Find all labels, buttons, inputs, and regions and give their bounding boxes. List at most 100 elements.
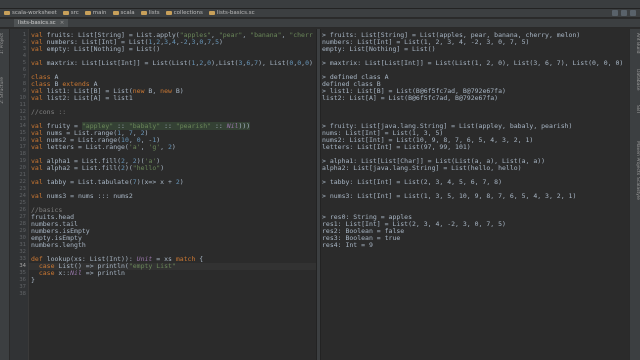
line-number: 24 xyxy=(19,193,26,199)
code-line[interactable]: val alpha2 = List.fill(2)("hello") xyxy=(31,165,164,172)
breadcrumb-item[interactable]: collections xyxy=(165,10,203,16)
line-number: 9 xyxy=(22,88,26,94)
line-number: 38 xyxy=(19,291,26,297)
line-number: 23 xyxy=(19,186,26,192)
line-number: 3 xyxy=(22,46,26,52)
code-line[interactable]: } xyxy=(31,277,35,284)
folder-icon xyxy=(112,11,119,15)
line-number: 28 xyxy=(19,221,26,227)
close-icon[interactable]: × xyxy=(60,20,65,26)
breadcrumb-item[interactable]: src xyxy=(62,10,79,16)
breadcrumb-item[interactable]: lists xyxy=(140,10,160,16)
folder-icon xyxy=(84,11,91,15)
code-editor[interactable]: val fruits: List[String] = List.apply("a… xyxy=(29,29,316,360)
output-line: alpha2: List[java.lang.String] = List(he… xyxy=(322,164,522,172)
breadcrumb-label: scala-worksheet xyxy=(12,10,57,16)
breadcrumb-label: lists-basics.sc xyxy=(216,10,255,16)
tool-window-maven-projects[interactable]: Maven Projects xyxy=(630,141,640,175)
output-line: list2: List[A] = List(B@6f5fc7ad, B@792e… xyxy=(322,94,499,102)
breadcrumb: scala-worksheet src main scala lists collecti… xyxy=(0,9,640,18)
tool-window-sbt[interactable]: SBT xyxy=(630,105,640,114)
output-line: > tabby: List[Int] = List(2, 3, 4, 5, 6,… xyxy=(322,178,503,186)
line-number: 30 xyxy=(19,235,26,241)
line-number: 4 xyxy=(22,53,26,59)
line-number: 1 xyxy=(22,32,26,38)
code-line[interactable]: val nums3 = nums ::: nums2 xyxy=(31,193,133,200)
output-line: letters: List[Int] = List(97, 99, 101) xyxy=(322,143,471,151)
tool-window-2-structure[interactable]: 2: Structure xyxy=(0,77,9,104)
worksheet-output: > fruits: List[String] = List(apples, pe… xyxy=(320,29,630,360)
code-line[interactable]: case x::Nil => println xyxy=(31,270,125,277)
line-number: 37 xyxy=(19,284,26,290)
line-number: 12 xyxy=(19,109,26,115)
folder-icon xyxy=(140,11,147,15)
line-number: 19 xyxy=(19,158,26,164)
line-number-gutter: 1 2 3 4 5 6 7 8 9 10 11 12 13 14 15 16 17 18 19 20 21 22 23 24 2… xyxy=(10,29,29,360)
code-line[interactable]: numbers.length xyxy=(31,242,86,249)
code-line[interactable]: val list2: List[A] = list1 xyxy=(31,95,133,102)
breadcrumb-label: src xyxy=(70,10,79,16)
output-line: > maxtrix: List[List[Int]] = List(List(1… xyxy=(322,59,624,67)
breadcrumb-label: scala xyxy=(120,10,135,16)
output-line: res4: Int = 9 xyxy=(322,241,373,249)
output-line: empty: List[Nothing] = List() xyxy=(322,45,436,53)
breadcrumb-label: main xyxy=(92,10,107,16)
title-bar xyxy=(0,0,640,9)
folder-icon xyxy=(4,11,10,15)
line-number: 31 xyxy=(19,242,26,248)
folder-icon xyxy=(62,11,69,15)
line-number: 15 xyxy=(19,130,26,136)
code-line[interactable]: //cons :: xyxy=(31,109,66,116)
line-number: 8 xyxy=(22,81,26,87)
line-number: 2 xyxy=(22,39,26,45)
editor-tab-bar: lists-basics.sc × xyxy=(0,19,640,28)
ide-window: scala-worksheet src main scala lists collecti… xyxy=(0,0,640,360)
line-number: 16 xyxy=(19,137,26,143)
left-tool-strip: 1: Project 2: Structure xyxy=(0,29,10,360)
tool-window-1-project[interactable]: 1: Project xyxy=(0,33,9,54)
line-number: 33 xyxy=(19,256,26,262)
line-number: 29 xyxy=(19,228,26,234)
code-line[interactable]: val letters = List.range('a', 'g', 2) xyxy=(31,144,176,151)
breadcrumb-item[interactable]: main xyxy=(84,10,107,16)
line-number: 34 xyxy=(19,263,26,269)
line-number: 5 xyxy=(22,60,26,66)
breadcrumb-label: lists xyxy=(148,10,160,16)
breadcrumb-item[interactable]: scala xyxy=(112,10,135,16)
folder-icon xyxy=(208,11,215,15)
line-number: 17 xyxy=(19,144,26,150)
breadcrumb-item[interactable]: lists-basics.sc xyxy=(208,10,255,16)
line-number: 25 xyxy=(19,200,26,206)
line-number: 6 xyxy=(22,67,26,73)
code-line[interactable]: val tabby = List.tabulate(7)(x=> x + 2) xyxy=(31,179,184,186)
line-number: 22 xyxy=(19,179,26,185)
code-line[interactable]: val maxtrix: List[List[Int]] = List(List… xyxy=(31,60,313,67)
output-line: > nums3: List[Int] = List(1, 3, 5, 10, 9… xyxy=(322,192,577,200)
search-icon[interactable] xyxy=(630,10,636,16)
line-number: 26 xyxy=(19,207,26,213)
tool-window-scalastyle[interactable]: Scalastyle xyxy=(630,177,640,200)
code-line[interactable]: val empty: List[Nothing] = List() xyxy=(31,46,160,53)
breadcrumb-item[interactable]: scala-worksheet xyxy=(4,10,57,16)
debug-icon[interactable] xyxy=(621,10,627,16)
line-number: 32 xyxy=(19,249,26,255)
tab-worksheet[interactable]: lists-basics.sc × xyxy=(14,19,69,27)
line-number: 36 xyxy=(19,277,26,283)
folder-icon xyxy=(165,11,172,15)
tool-window-database[interactable]: Database xyxy=(630,69,640,90)
run-icon[interactable] xyxy=(612,10,618,16)
line-number: 10 xyxy=(19,95,26,101)
line-number: 35 xyxy=(19,270,26,276)
line-number: 18 xyxy=(19,151,26,157)
line-number: 21 xyxy=(19,172,26,178)
tab-label: lists-basics.sc xyxy=(18,20,56,26)
line-number: 14 xyxy=(19,123,26,129)
line-number: 27 xyxy=(19,214,26,220)
line-number: 20 xyxy=(19,165,26,171)
line-number: 13 xyxy=(19,116,26,122)
toolbar-icons xyxy=(609,10,636,16)
line-number: 7 xyxy=(22,74,26,80)
line-number: 11 xyxy=(19,102,26,108)
breadcrumb-label: collections xyxy=(173,10,203,16)
tool-window-ant-build[interactable]: Ant Build xyxy=(630,33,640,53)
